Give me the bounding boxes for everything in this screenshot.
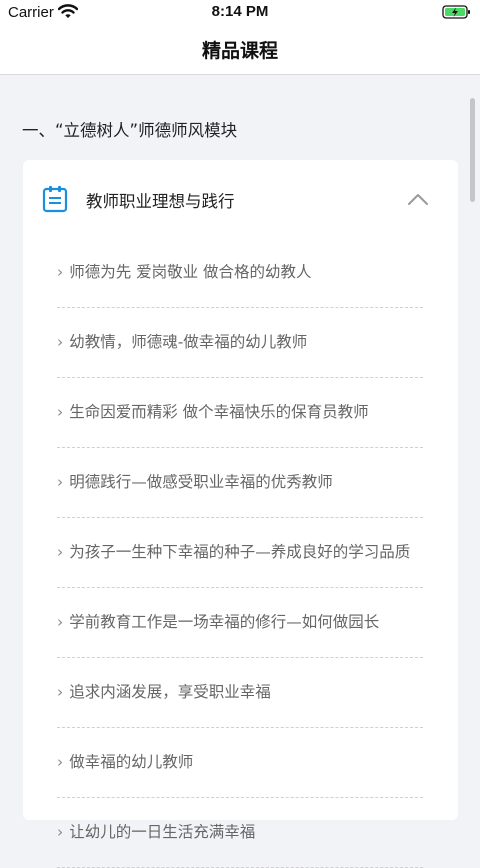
lesson-title: 师德为先 爱岗敬业 做合格的幼教人 — [69, 263, 312, 281]
clipboard-icon — [42, 186, 68, 213]
status-time: 8:14 PM — [211, 3, 269, 20]
chevron-right-icon: › — [57, 753, 64, 771]
lesson-item[interactable]: › 学前教育工作是一场幸福的修行—如何做园长 — [57, 588, 423, 658]
lesson-item[interactable]: › 让幼儿的一日生活充满幸福 — [57, 798, 423, 868]
battery-charging-icon — [442, 5, 470, 19]
lesson-item[interactable]: › 明德践行—做感受职业幸福的优秀教师 — [57, 448, 423, 518]
lesson-title: 学前教育工作是一场幸福的修行—如何做园长 — [69, 613, 380, 631]
lesson-item[interactable]: › 幼教情，师德魂-做幸福的幼儿教师 — [57, 308, 423, 378]
lesson-title: 明德践行—做感受职业幸福的优秀教师 — [69, 473, 333, 491]
lesson-title: 让幼儿的一日生活充满幸福 — [69, 823, 256, 841]
lesson-title: 幼教情，师德魂-做幸福的幼儿教师 — [69, 333, 308, 351]
lesson-item[interactable]: › 师德为先 爱岗敬业 做合格的幼教人 — [57, 238, 423, 308]
scrollbar[interactable] — [470, 98, 475, 202]
lesson-title: 生命因爱而精彩 做个幸福快乐的保育员教师 — [69, 403, 369, 421]
lesson-item[interactable]: › 为孩子一生种下幸福的种子—养成良好的学习品质 — [57, 518, 423, 588]
lesson-title: 追求内涵发展，享受职业幸福 — [69, 683, 271, 701]
lesson-item[interactable]: › 生命因爱而精彩 做个幸福快乐的保育员教师 — [57, 378, 423, 448]
course-card-title: 教师职业理想与践行 — [86, 192, 235, 211]
chevron-up-icon[interactable] — [407, 192, 429, 206]
chevron-right-icon: › — [57, 823, 64, 841]
lesson-item[interactable]: › 做幸福的幼儿教师 — [57, 728, 423, 798]
page-title: 精品课程 — [201, 40, 278, 62]
course-card-header[interactable]: 教师职业理想与践行 — [23, 160, 458, 238]
navigation-bar: 精品课程 — [0, 24, 480, 75]
chevron-right-icon: › — [57, 473, 64, 491]
chevron-right-icon: › — [57, 403, 64, 421]
chevron-right-icon: › — [57, 543, 64, 561]
section-title: 一、“立德树人”师德师风模块 — [22, 121, 238, 140]
course-card: 教师职业理想与践行 › 师德为先 爱岗敬业 做合格的幼教人 › 幼教情，师德魂-做幸福… — [23, 160, 458, 868]
chevron-right-icon: › — [57, 333, 64, 351]
chevron-right-icon: › — [57, 683, 64, 701]
lesson-item[interactable]: › 追求内涵发展，享受职业幸福 — [57, 658, 423, 728]
chevron-right-icon: › — [57, 263, 64, 281]
status-bar: Carrier 8:14 PM — [0, 0, 480, 24]
chevron-right-icon: › — [57, 613, 64, 631]
lesson-title: 为孩子一生种下幸福的种子—养成良好的学习品质 — [69, 543, 411, 561]
lesson-list: › 师德为先 爱岗敬业 做合格的幼教人 › 幼教情，师德魂-做幸福的幼儿教师 › 生命因爱… — [57, 238, 423, 868]
lesson-title: 做幸福的幼儿教师 — [69, 753, 194, 771]
